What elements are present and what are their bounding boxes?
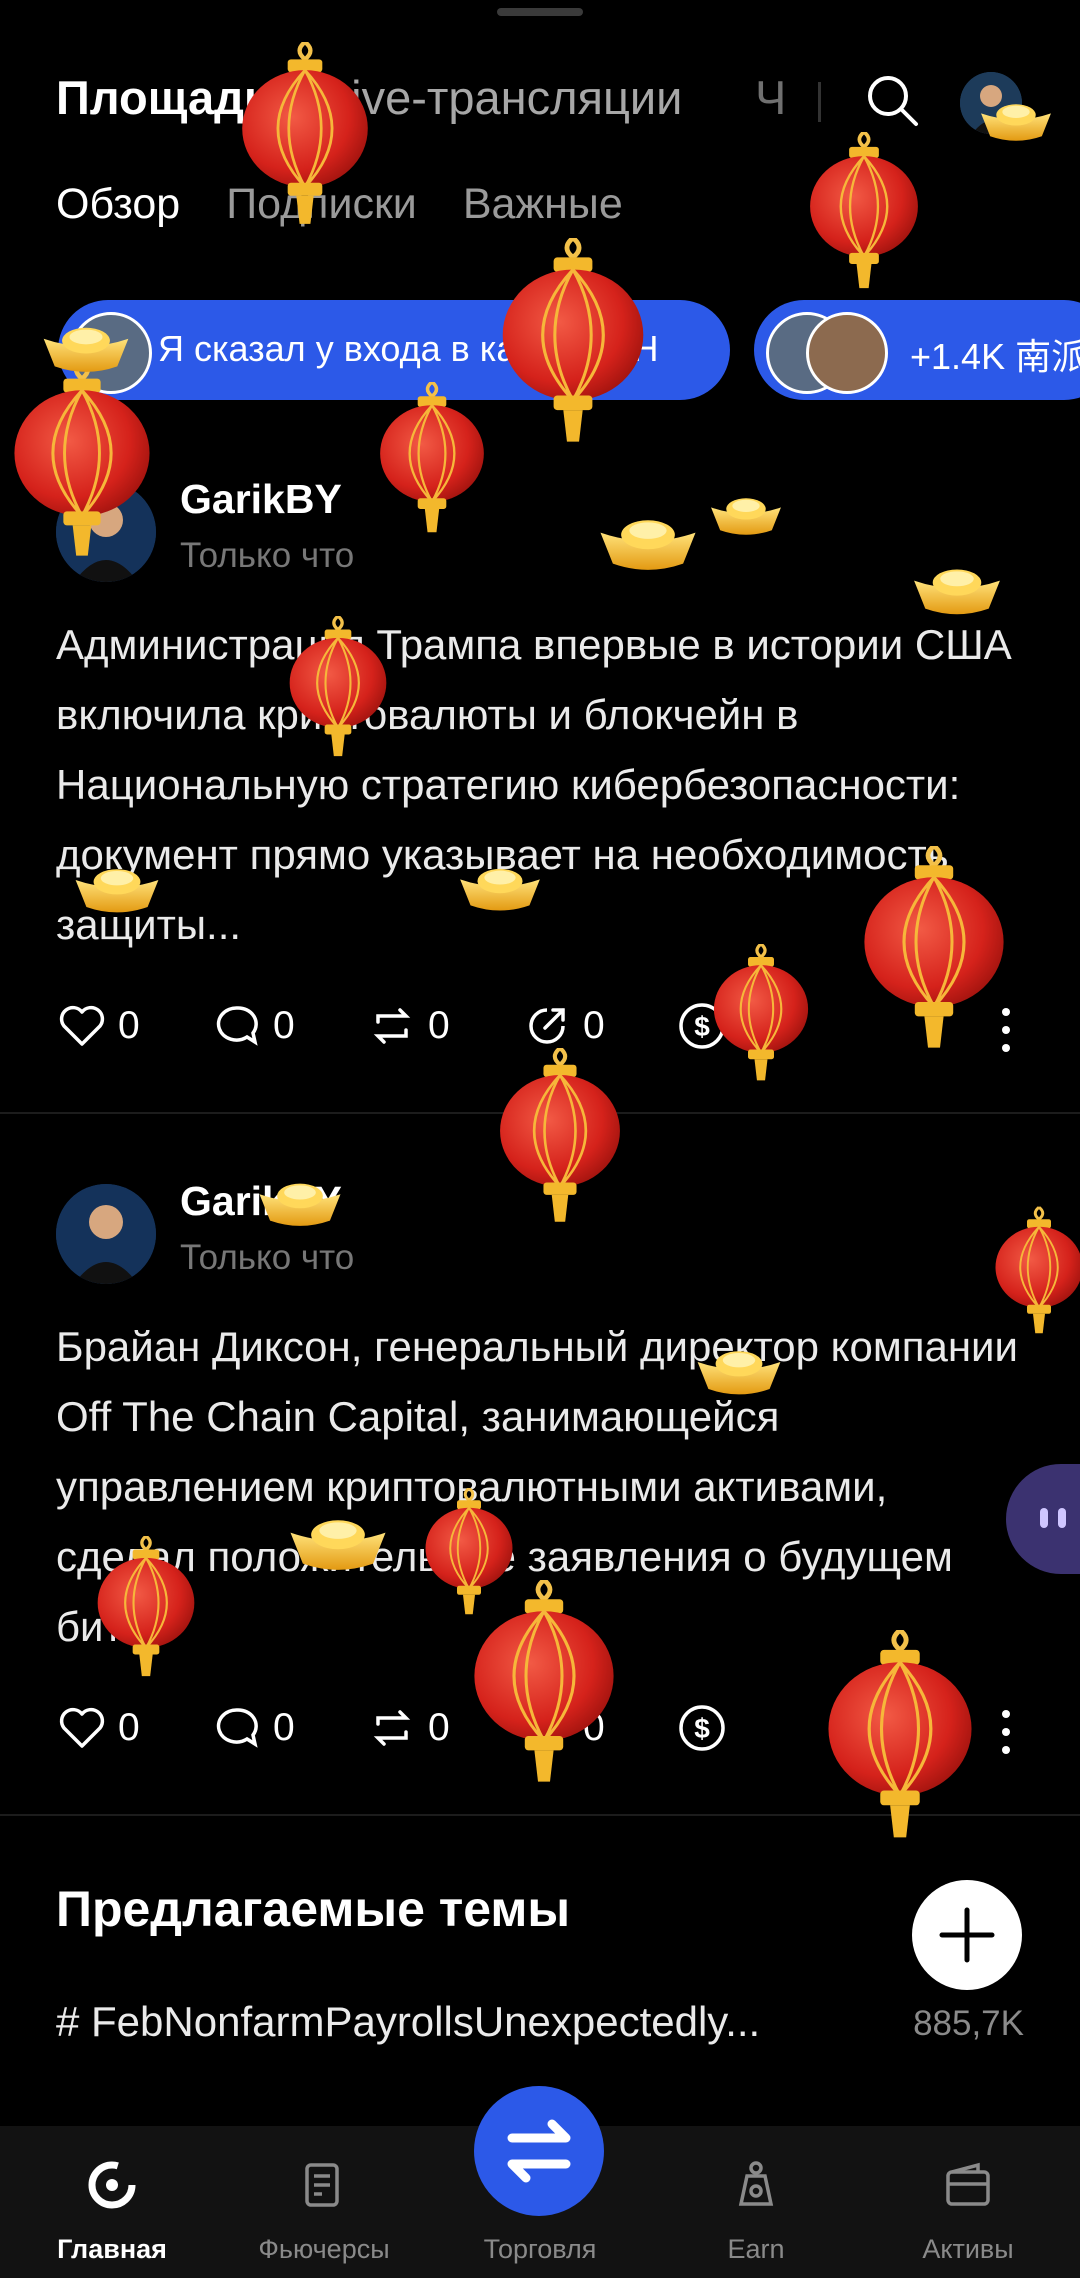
suggested-topic-link[interactable]: # FebNonfarmPayrollsUnexpectedly... (56, 1998, 856, 2046)
share-icon (529, 1008, 565, 1044)
more-options-icon[interactable] (996, 1706, 1016, 1758)
comment-button[interactable]: 0 (211, 1702, 295, 1754)
tab-more[interactable]: Ч (755, 70, 786, 125)
lantern-decoration (500, 238, 646, 444)
like-count: 0 (118, 1706, 140, 1749)
post-time: Только что (180, 1238, 355, 1277)
like-button[interactable]: 0 (56, 1000, 140, 1052)
earn-icon (738, 2161, 774, 2206)
gold-ingot-decoration (708, 492, 784, 538)
avatar (806, 312, 888, 394)
lantern-decoration (288, 616, 388, 758)
repost-icon (373, 1008, 411, 1044)
comment-icon (216, 1708, 258, 1748)
repost-count: 0 (428, 1706, 450, 1749)
lantern-decoration (378, 382, 486, 534)
nav-home[interactable]: Главная (4, 2126, 220, 2278)
svg-text:$: $ (694, 1713, 710, 1744)
lantern-decoration (862, 846, 1006, 1050)
nav-label: Earn (727, 2234, 785, 2264)
lantern-decoration (826, 1630, 974, 1840)
wallet-icon (946, 2162, 990, 2206)
lantern-decoration (808, 132, 920, 290)
repost-button[interactable]: 0 (366, 1000, 450, 1052)
gold-ingot-decoration (694, 1344, 784, 1398)
gold-ingot-decoration (596, 512, 700, 574)
nav-separator (818, 82, 821, 122)
tab-live[interactable]: Live-трансляции (325, 70, 682, 125)
comment-count: 0 (273, 1706, 295, 1749)
svg-text:$: $ (694, 1011, 710, 1042)
chat-assistant-bubble[interactable] (1006, 1464, 1080, 1574)
nav-label: Главная (57, 2234, 167, 2264)
gold-ingot-decoration (456, 862, 544, 914)
repost-icon (373, 1710, 411, 1746)
repost-count: 0 (428, 1004, 450, 1047)
post-time: Только что (180, 536, 355, 575)
like-count: 0 (118, 1004, 140, 1047)
comment-count: 0 (273, 1004, 295, 1047)
nav-assets[interactable]: Активы (860, 2126, 1076, 2278)
like-button[interactable]: 0 (56, 1702, 140, 1754)
lantern-decoration (472, 1580, 616, 1784)
author-avatar[interactable] (56, 1184, 156, 1284)
chat-bot-icon (1040, 1508, 1066, 1528)
gold-ingot-decoration (286, 1512, 390, 1574)
nav-earn[interactable]: Earn (648, 2126, 864, 2278)
futures-icon (305, 2163, 339, 2207)
nav-futures[interactable]: Фьючерсы (216, 2126, 432, 2278)
repost-button[interactable]: 0 (366, 1702, 450, 1754)
dollar-coin-icon: $ (679, 1705, 725, 1751)
share-count: 0 (583, 1004, 605, 1047)
comment-button[interactable]: 0 (211, 1000, 295, 1052)
nav-label: Фьючерсы (258, 2234, 390, 2264)
heart-icon (59, 1005, 105, 1046)
subtab-overview[interactable]: Обзор (56, 180, 180, 240)
lantern-decoration (96, 1536, 196, 1678)
plus-icon (939, 1907, 995, 1963)
trade-button[interactable] (474, 2086, 604, 2216)
suggested-topics-title: Предлагаемые темы (56, 1881, 571, 1937)
lantern-decoration (712, 944, 810, 1082)
lantern-decoration (12, 360, 152, 558)
trade-swap-icon (507, 2119, 571, 2183)
gold-ingot-decoration (978, 98, 1054, 144)
gold-ingot-decoration (72, 862, 162, 916)
gold-ingot-decoration (40, 320, 132, 376)
lantern-decoration (240, 42, 370, 226)
nav-label: Торговля (483, 2234, 597, 2264)
live-pill[interactable]: +1.4K 南派 (754, 300, 1080, 400)
live-pill-text: +1.4K 南派 (910, 336, 1080, 377)
gold-ingot-decoration (910, 562, 1004, 618)
search-icon[interactable] (862, 70, 922, 130)
author-name[interactable]: GarikBY (180, 476, 342, 523)
home-icon (88, 2161, 136, 2209)
create-post-button[interactable] (912, 1880, 1022, 1990)
top-nav: Площадь Live-трансляции Ч (0, 60, 1080, 140)
topic-view-count: 885,7K (913, 2004, 1024, 2043)
lantern-decoration (498, 1048, 622, 1224)
gold-ingot-decoration (256, 1176, 344, 1230)
share-button[interactable]: 0 (521, 1000, 605, 1052)
subtab-important[interactable]: Важные (463, 180, 623, 240)
comment-icon (216, 1006, 258, 1046)
lantern-decoration (994, 1202, 1080, 1340)
tip-button[interactable]: $ (676, 1702, 728, 1754)
nav-label: Активы (922, 2234, 1014, 2264)
sheet-handle[interactable] (497, 8, 583, 16)
heart-icon (59, 1707, 105, 1748)
